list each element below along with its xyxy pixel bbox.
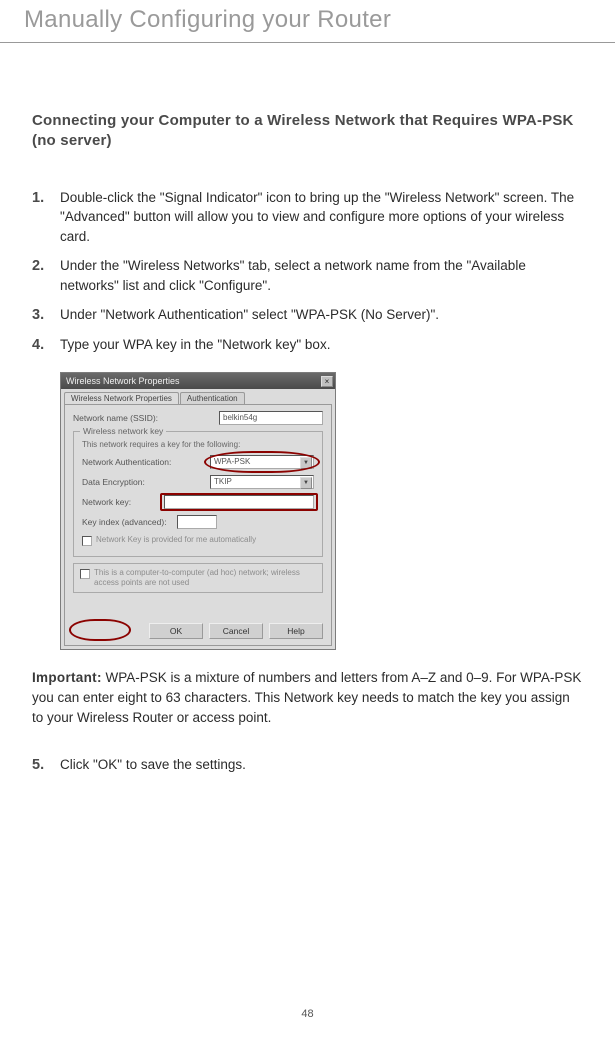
row-key: Network key: [82,495,314,509]
step-list-continued: 5. Click "OK" to save the settings. [32,755,583,775]
important-label: Important: [32,670,102,685]
label-auth: Network Authentication: [82,457,171,467]
step-5-number: 5. [32,755,44,776]
label-index: Key index (advanced): [82,517,167,527]
step-3-number: 3. [32,305,44,326]
row-ssid: Network name (SSID): belkin54g [73,411,323,425]
dialog-title: Wireless Network Properties [66,376,180,386]
ssid-input[interactable]: belkin54g [219,411,323,425]
step-4-text: Type your WPA key in the "Network key" b… [60,337,330,352]
annotation-ok-circle [69,619,131,641]
group-subtext: This network requires a key for the foll… [82,440,314,449]
step-2-number: 2. [32,256,44,277]
auth-select[interactable]: WPA-PSK [210,455,314,469]
tab-authentication[interactable]: Authentication [180,392,245,404]
row-auto-key: Network Key is provided for me automatic… [82,535,314,546]
step-4: 4. Type your WPA key in the "Network key… [32,335,583,355]
step-5-text: Click "OK" to save the settings. [60,757,246,772]
important-note: Important: WPA-PSK is a mixture of numbe… [32,668,583,727]
important-text: WPA-PSK is a mixture of numbers and lett… [32,670,581,724]
row-auth: Network Authentication: WPA-PSK [82,455,314,469]
step-2: 2. Under the "Wireless Networks" tab, se… [32,256,583,295]
page-header: Manually Configuring your Router [0,0,615,43]
section-subtitle: Connecting your Computer to a Wireless N… [32,111,583,152]
step-1-text: Double-click the "Signal Indicator" icon… [60,190,574,244]
dialog-titlebar: Wireless Network Properties × [61,373,335,389]
auto-key-checkbox[interactable] [82,536,92,546]
step-3: 3. Under "Network Authentication" select… [32,305,583,325]
adhoc-checkbox[interactable] [80,569,90,579]
adhoc-group: This is a computer-to-computer (ad hoc) … [73,563,323,593]
step-1-number: 1. [32,188,44,209]
step-3-text: Under "Network Authentication" select "W… [60,307,439,322]
key-index-input[interactable] [177,515,217,529]
main-content: Connecting your Computer to a Wireless N… [0,111,615,775]
auth-value: WPA-PSK [214,456,250,468]
page-number: 48 [0,1008,615,1020]
dialog-body: Network name (SSID): belkin54g Wireless … [64,404,332,646]
step-2-text: Under the "Wireless Networks" tab, selec… [60,258,526,293]
step-1: 1. Double-click the "Signal Indicator" i… [32,188,583,247]
wireless-properties-dialog: Wireless Network Properties × Wireless N… [60,372,336,650]
encryption-value: TKIP [214,476,232,488]
cancel-button[interactable]: Cancel [209,623,263,639]
wireless-key-group: Wireless network key This network requir… [73,431,323,557]
step-list: 1. Double-click the "Signal Indicator" i… [32,188,583,355]
row-encryption: Data Encryption: TKIP [82,475,314,489]
step-4-number: 4. [32,335,44,356]
encryption-select[interactable]: TKIP [210,475,314,489]
label-adhoc: This is a computer-to-computer (ad hoc) … [94,568,316,588]
dialog-button-bar: OK Cancel Help [73,623,323,639]
row-adhoc: This is a computer-to-computer (ad hoc) … [80,568,316,588]
dialog-tabs: Wireless Network Properties Authenticati… [61,389,335,404]
help-button[interactable]: Help [269,623,323,639]
step-5: 5. Click "OK" to save the settings. [32,755,583,775]
label-encryption: Data Encryption: [82,477,145,487]
label-key: Network key: [82,497,131,507]
tab-properties[interactable]: Wireless Network Properties [64,392,179,404]
label-auto-key: Network Key is provided for me automatic… [96,535,256,545]
close-icon[interactable]: × [321,376,333,387]
network-key-input[interactable] [164,495,314,509]
group-title: Wireless network key [80,426,166,436]
row-index: Key index (advanced): [82,515,314,529]
ok-button[interactable]: OK [149,623,203,639]
label-ssid: Network name (SSID): [73,413,158,423]
